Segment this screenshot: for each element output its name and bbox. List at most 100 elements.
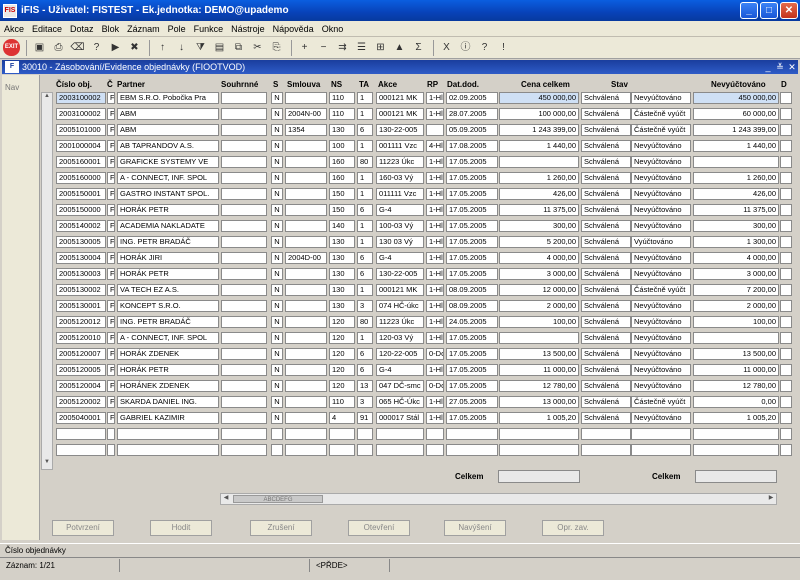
grid-cell[interactable]: Nevyúčtováno [631, 412, 691, 424]
grid-cell[interactable]: 1-Hl [426, 300, 444, 312]
grid-cell[interactable]: F [107, 412, 115, 424]
grid-cell[interactable]: HORÁK ZDENEK [117, 348, 219, 360]
grid-cell[interactable] [285, 236, 327, 248]
grid-cell[interactable]: 1 [357, 92, 373, 104]
grid-cell[interactable]: 6 [357, 252, 373, 264]
grid-cell[interactable]: Schválená [581, 92, 631, 104]
grid-cell[interactable] [285, 412, 327, 424]
grid-cell[interactable]: 3 [357, 300, 373, 312]
grid-cell[interactable] [221, 204, 267, 216]
grid-cell[interactable]: Částečně vyúčt [631, 124, 691, 136]
grid-cell[interactable]: 160-03 Vý [376, 172, 424, 184]
grid-cell[interactable]: 2005140002 [56, 220, 106, 232]
grid-cell[interactable] [56, 428, 106, 440]
grid-cell[interactable]: Nevyúčtováno [631, 188, 691, 200]
grid-cell[interactable]: 1-Hl [426, 92, 444, 104]
grid-cell[interactable]: Nevyúčtováno [631, 268, 691, 280]
scroll-left-icon[interactable]: ◀ [221, 494, 231, 504]
grid-cell[interactable]: N [271, 364, 283, 376]
grid-cell[interactable] [221, 108, 267, 120]
menu-item-1[interactable]: Editace [28, 24, 66, 34]
grid-cell[interactable]: 120 [329, 332, 355, 344]
grid-cell[interactable]: 11 375,00 [693, 204, 779, 216]
grid-cell[interactable] [285, 444, 327, 456]
grid-cell[interactable] [285, 348, 327, 360]
grid-cell[interactable] [285, 140, 327, 152]
grid-cell[interactable]: 1 260,00 [693, 172, 779, 184]
grid-cell[interactable]: 11223 Úkc [376, 156, 424, 168]
grid-cell[interactable]: 12 000,00 [499, 284, 579, 296]
grid-cell[interactable]: 1 440,00 [499, 140, 579, 152]
grid-cell[interactable] [780, 300, 792, 312]
grid-cell[interactable]: F [107, 204, 115, 216]
grid-cell[interactable] [285, 380, 327, 392]
grid-cell[interactable]: F [107, 188, 115, 200]
grid-cell[interactable] [780, 412, 792, 424]
help-icon[interactable]: ? [476, 39, 493, 56]
grid-cell[interactable]: 0-Dc [426, 348, 444, 360]
action-button-3[interactable]: Otevření [348, 520, 410, 536]
grid-cell[interactable] [285, 284, 327, 296]
grid-cell[interactable] [285, 332, 327, 344]
grid-cell[interactable]: Schválená [581, 332, 631, 344]
grid-cell[interactable]: 6 [357, 364, 373, 376]
grid-cell[interactable]: Schválená [581, 348, 631, 360]
grid-cell[interactable]: 2005130005 [56, 236, 106, 248]
grid-cell[interactable]: 4-Hl [426, 140, 444, 152]
grid-cell[interactable]: ACADEMIA NAKLADATE [117, 220, 219, 232]
grid-cell[interactable] [221, 252, 267, 264]
grid-cell[interactable]: 2005130003 [56, 268, 106, 280]
grid-cell[interactable]: 17.05.2005 [446, 252, 498, 264]
grid-cell[interactable] [107, 428, 115, 440]
grid-cell[interactable]: 1-Hl [426, 220, 444, 232]
grid-cell[interactable]: 13 500,00 [499, 348, 579, 360]
grid-cell[interactable]: 426,00 [693, 188, 779, 200]
grid-cell[interactable]: 047 DČ-smc [376, 380, 424, 392]
total-unbilled-field[interactable] [695, 470, 777, 483]
grid-cell[interactable]: N [271, 220, 283, 232]
grid-cell[interactable]: 2005130001 [56, 300, 106, 312]
grid-cell[interactable] [446, 428, 498, 440]
grid-cell[interactable]: 17.05.2005 [446, 156, 498, 168]
grid-cell[interactable]: 7 200,00 [693, 284, 779, 296]
grid-cell[interactable]: 110 [329, 92, 355, 104]
print-icon[interactable]: ⎙ [50, 39, 67, 56]
grid-cell[interactable] [780, 364, 792, 376]
grid-cell[interactable]: N [271, 108, 283, 120]
grid-cell[interactable]: 1-Hl [426, 332, 444, 344]
grid-cell[interactable]: N [271, 252, 283, 264]
grid-cell[interactable]: 150 [329, 204, 355, 216]
grid-cell[interactable]: Schválená [581, 380, 631, 392]
grid-cell[interactable]: N [271, 412, 283, 424]
grid-cell[interactable]: KONCEPT S.R.O. [117, 300, 219, 312]
grid-cell[interactable]: 08.09.2005 [446, 300, 498, 312]
grid-cell[interactable]: 150 [329, 188, 355, 200]
grid-cell[interactable] [357, 444, 373, 456]
grid-cell[interactable] [285, 428, 327, 440]
grid-cell[interactable] [221, 92, 267, 104]
action-button-2[interactable]: Zrušení [250, 520, 312, 536]
grid-cell[interactable] [376, 444, 424, 456]
grid-cell[interactable]: 1 440,00 [693, 140, 779, 152]
scroll-down-icon[interactable]: ▼ [42, 459, 52, 469]
grid-cell[interactable] [780, 220, 792, 232]
action-button-5[interactable]: Opr. zav. [542, 520, 604, 536]
grid-cell[interactable]: N [271, 300, 283, 312]
grid-cell[interactable]: Nevyúčtováno [631, 348, 691, 360]
about-icon[interactable]: ! [495, 39, 512, 56]
grid-cell[interactable]: F [107, 316, 115, 328]
grid-cell[interactable]: 1-Hl [426, 396, 444, 408]
grid-cell[interactable]: F [107, 300, 115, 312]
grid-cell[interactable]: N [271, 124, 283, 136]
grid-cell[interactable]: 1 [357, 140, 373, 152]
grid-cell[interactable] [693, 332, 779, 344]
grid-cell[interactable]: 1 005,20 [499, 412, 579, 424]
scroll-thumb[interactable]: ABCDEFG [233, 495, 323, 503]
grid-cell[interactable]: Schválená [581, 268, 631, 280]
grid-cell[interactable]: 13 [357, 380, 373, 392]
grid-cell[interactable]: Schválená [581, 140, 631, 152]
grid-cell[interactable] [780, 92, 792, 104]
grid-cell[interactable]: 2005101000 [56, 124, 106, 136]
grid-cell[interactable]: SKARDA DANIEL ING. [117, 396, 219, 408]
grid-cell[interactable]: 001111 Vzc [376, 140, 424, 152]
